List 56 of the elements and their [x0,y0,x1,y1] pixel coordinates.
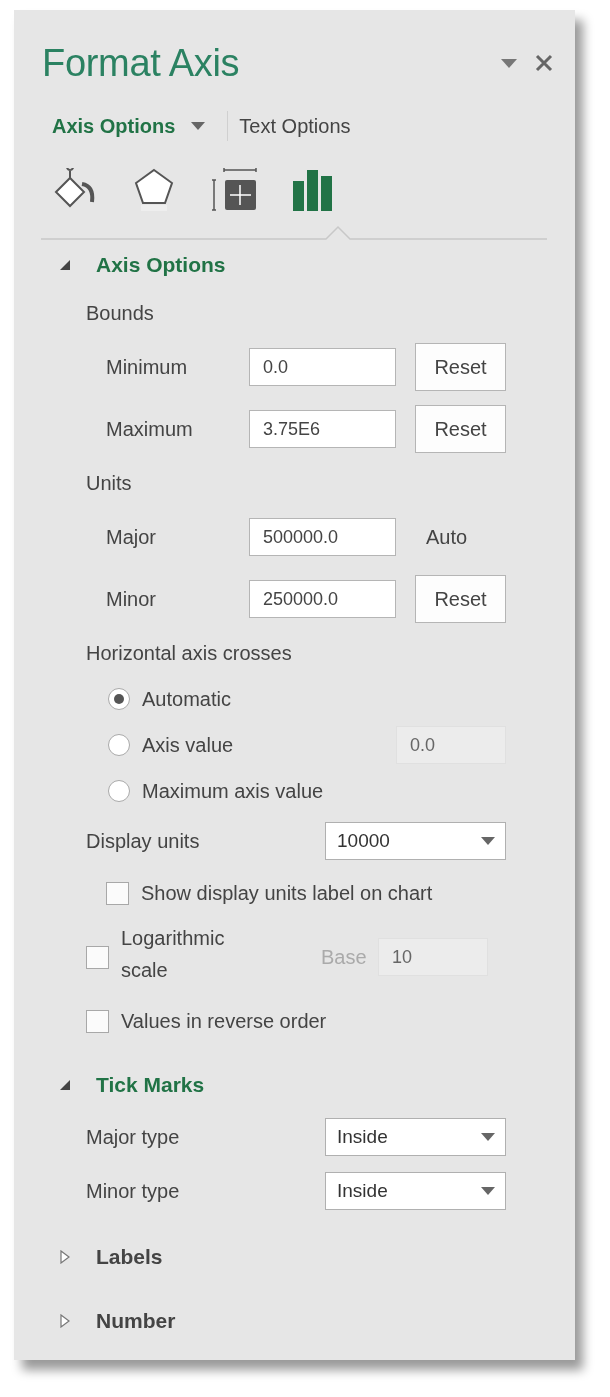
close-icon[interactable] [535,54,553,72]
section-title[interactable]: Tick Marks [96,1073,205,1097]
radio-label: Automatic [142,687,231,710]
radio-label: Maximum axis value [142,779,324,802]
category-tab[interactable] [132,167,176,213]
category-tab[interactable] [212,168,258,212]
field-label: Major [106,525,156,548]
dropdown[interactable]: 10000 [325,822,506,860]
input-field[interactable]: 500000.0 [249,518,396,556]
pane-title: Format Axis [42,41,240,85]
section-title[interactable]: Number [96,1309,176,1333]
section-title[interactable]: Labels [96,1245,163,1269]
caret-icon [481,837,495,845]
pentagon-icon [132,167,176,213]
radio-button[interactable] [108,734,130,756]
dropdown[interactable]: Inside [325,1118,506,1156]
group-label: Bounds [86,301,154,325]
checkbox[interactable] [106,881,129,905]
field-label: Minor [106,587,156,610]
expand-icon[interactable] [58,1314,72,1328]
reset-button[interactable]: Reset [415,405,506,453]
collapse-icon[interactable] [58,1078,72,1092]
checkbox-label: Values in reverse order [121,1009,327,1033]
radio-label: Axis value [142,733,234,756]
dropdown-icon[interactable] [501,58,517,68]
radio-button[interactable] [108,688,130,710]
select-label: Minor type [86,1179,180,1202]
checkbox[interactable] [86,1009,109,1033]
options-tab[interactable]: Text Options [239,114,351,138]
reset-button[interactable]: Reset [415,343,506,391]
size-icon [212,168,258,212]
collapse-icon[interactable] [58,258,72,272]
caret-icon [481,1187,495,1195]
bar-chart-icon [292,168,334,212]
group-label: Horizontal axis crosses [86,641,292,665]
select-label: Major type [86,1125,180,1148]
group-label: Units [86,471,132,495]
select-label: Display units [86,829,200,852]
input-field[interactable]: 3.75E6 [249,410,396,448]
auto-label: Auto [426,525,468,549]
field-label: Maximum [106,417,193,440]
options-tab[interactable]: Axis Options [52,114,206,138]
field-label: Minimum [106,355,188,378]
expand-icon[interactable] [58,1250,72,1264]
category-tab[interactable] [292,168,334,212]
caret-icon [481,1133,495,1141]
checkbox[interactable] [86,945,109,969]
reset-button[interactable]: Reset [415,575,506,623]
base-label: Base [321,945,367,968]
input-field[interactable]: 250000.0 [249,580,396,618]
checkbox-label: Show display units label on chart [141,881,433,905]
section-title[interactable]: Axis Options [96,253,226,277]
dropdown[interactable]: Inside [325,1172,506,1210]
radio-button[interactable] [108,780,130,802]
input-field[interactable]: 0.0 [249,348,396,386]
checkbox-label: Logarithmic scale [121,926,226,983]
